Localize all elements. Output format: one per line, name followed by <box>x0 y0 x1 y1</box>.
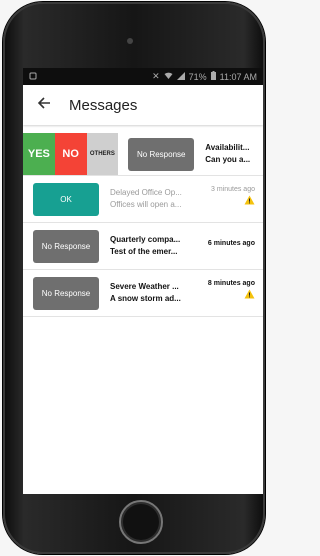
message-time: 6 minutes ago <box>207 240 255 247</box>
message-title: Quarterly compa... <box>110 235 181 244</box>
message-title: Severe Weather ... <box>110 282 179 291</box>
message-preview: Delayed Office Op... Offices will open a… <box>110 187 192 211</box>
screen: ✕ 71% 11:07 AM Messages YES NO OTHERS No… <box>23 68 263 494</box>
battery-percent: 71% <box>188 71 207 82</box>
message-title: Availabilit... <box>205 143 250 152</box>
message-title: Delayed Office Op... <box>110 188 182 197</box>
arrow-left-icon[interactable] <box>37 96 63 115</box>
message-meta: 3 minutes ago <box>211 186 255 207</box>
response-status-button[interactable]: No Response <box>33 229 99 263</box>
message-row[interactable]: OK Delayed Office Op... Offices will ope… <box>23 176 263 223</box>
front-camera <box>127 38 133 44</box>
home-button[interactable] <box>119 500 163 544</box>
response-status-button[interactable]: OK <box>33 182 99 216</box>
message-preview: Quarterly compa... Test of the emer... <box>110 234 192 258</box>
warning-icon <box>244 195 255 207</box>
app-bar: Messages <box>23 85 263 125</box>
message-body: Offices will open a... <box>110 200 182 209</box>
phone-frame: ✕ 71% 11:07 AM Messages YES NO OTHERS No… <box>3 2 265 554</box>
message-body: Can you a... <box>205 155 251 164</box>
message-time: 3 minutes ago <box>211 186 255 193</box>
status-bar: ✕ 71% 11:07 AM <box>23 68 263 85</box>
wifi-icon <box>164 72 173 82</box>
message-preview: Severe Weather ... A snow storm ad... <box>110 281 192 305</box>
response-status-button[interactable]: No Response <box>33 276 99 310</box>
mute-icon: ✕ <box>152 71 160 81</box>
warning-icon <box>244 289 255 301</box>
response-status-button[interactable]: No Response <box>128 137 195 171</box>
message-meta: 6 minutes ago <box>208 240 255 247</box>
signal-icon <box>176 71 185 82</box>
notification-icon <box>29 72 37 82</box>
no-button[interactable]: NO <box>54 133 87 175</box>
message-row[interactable]: No Response Severe Weather ... A snow st… <box>23 270 263 317</box>
status-time: 11:07 AM <box>219 71 257 82</box>
yes-button[interactable]: YES <box>23 133 55 175</box>
message-row[interactable]: No Response Quarterly compa... Test of t… <box>23 223 263 270</box>
battery-icon <box>210 71 216 82</box>
message-time: 8 minutes ago <box>207 280 255 287</box>
others-button[interactable]: OTHERS <box>86 133 119 175</box>
message-body: A snow storm ad... <box>110 294 181 303</box>
page-title: Messages <box>69 96 138 114</box>
swiped-message-row[interactable]: YES NO OTHERS No Response Availabilit...… <box>23 133 263 176</box>
message-preview: Availabilit... Can you a... <box>205 142 263 166</box>
message-body: Test of the emer... <box>110 247 178 256</box>
message-meta: 8 minutes ago <box>208 280 255 301</box>
